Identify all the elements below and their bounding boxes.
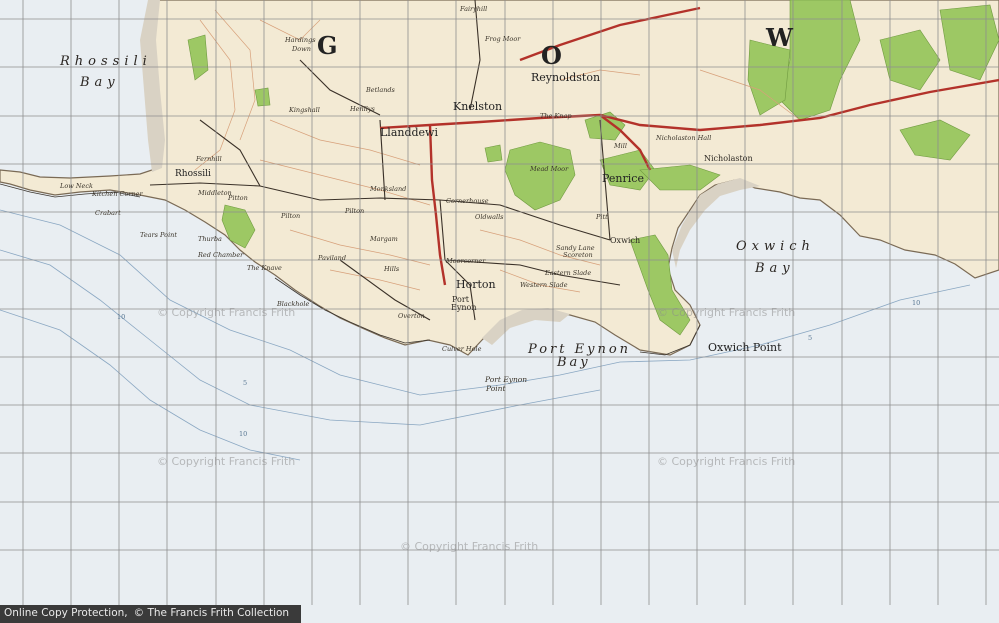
port-eynon-point-label-2: Point	[486, 384, 506, 393]
watermark: © Copyright Francis Frith	[157, 306, 296, 319]
port-eynon-bay-label-2: Bay	[557, 355, 591, 370]
footer-protection-label: Online Copy Protection,	[4, 607, 128, 619]
village-the-knap: The Knap	[540, 112, 572, 120]
village-western-slade: Western Slade	[520, 281, 568, 289]
town-knelston: Knelston	[453, 100, 503, 113]
village-henllys: Henllys	[350, 105, 375, 113]
village-pilton-green: Pilton	[345, 207, 365, 215]
rhossili-bay-label-1: Rhossili	[60, 54, 152, 69]
village-fairyhill: Fairyhill	[460, 5, 488, 13]
map-canvas[interactable]: G O W Rhossili Bay Oxwich Bay Port Eynon…	[0, 0, 999, 623]
village-the-knave: The Knave	[247, 264, 282, 272]
village-middleton: Middleton	[198, 189, 232, 197]
town-horton: Horton	[456, 278, 496, 291]
town-oxwich: Oxwich	[610, 236, 641, 245]
depth-label: 10	[912, 299, 921, 307]
depth-label: 10	[239, 430, 248, 438]
village-moorcorner: Moorcorner	[446, 257, 486, 265]
rhossili-bay-label-2: Bay	[80, 75, 120, 90]
village-red-chamber: Red Chamber	[198, 251, 244, 259]
village-fernhill: Fernhill	[196, 155, 222, 163]
village-tears-point: Tears Point	[140, 231, 177, 239]
depth-label: 5	[243, 379, 248, 387]
village-paviland: Paviland	[318, 254, 347, 262]
village-mill: Mill	[614, 142, 627, 150]
village-overton: Overton	[398, 312, 425, 320]
village-low-neck: Low Neck	[60, 182, 93, 190]
town-nicholaston: Nicholaston	[704, 154, 753, 163]
village-hardings: Hardings	[285, 36, 316, 44]
town-penrice: Penrice	[602, 172, 644, 185]
village-pilton: Pilton	[281, 212, 301, 220]
village-culver-hole: Culver Hole	[442, 345, 482, 353]
depth-label: 10	[117, 313, 126, 321]
watermark: © Copyright Francis Frith	[400, 540, 539, 553]
village-nicholaston-hall: Nicholaston Hall	[656, 134, 712, 142]
village-crabart: Crabart	[95, 209, 121, 217]
watermark: © Copyright Francis Frith	[657, 306, 796, 319]
town-reynoldston: Reynoldston	[531, 71, 601, 84]
village-down: Down	[292, 45, 311, 53]
copyright-footer: Online Copy Protection, © The Francis Fri…	[0, 605, 302, 623]
village-margam: Margam	[370, 235, 398, 243]
town-port-eynon-2: Eynon	[451, 303, 477, 312]
region-letter-g: G	[317, 31, 340, 60]
village-thurba: Thurba	[198, 235, 222, 243]
oxwich-point-label: Oxwich Point	[708, 341, 782, 354]
village-eastern-slade: Eastern Slade	[545, 269, 592, 277]
village-pitt: Pitt	[596, 213, 608, 221]
oxwich-bay-label-1: Oxwich	[736, 239, 815, 254]
village-cornerhouse: Cornerhouse	[446, 197, 489, 205]
village-hills: Hills	[384, 265, 400, 273]
watermark: © Copyright Francis Frith	[657, 455, 796, 468]
town-rhossili: Rhossili	[175, 169, 211, 179]
oxwich-bay-label-2: Bay	[755, 261, 795, 276]
village-betlands: Betlands	[366, 86, 395, 94]
map-graphics	[0, 0, 999, 623]
region-letter-o: O	[541, 41, 564, 70]
region-letter-w: W	[766, 23, 795, 52]
depth-label: 5	[808, 334, 813, 342]
village-scoreton: Scoreton	[563, 251, 593, 259]
village-monksland: Monksland	[370, 185, 407, 193]
village-pitton: Pitton	[228, 194, 248, 202]
town-llanddewi: Llanddewi	[380, 126, 438, 139]
village-mead-moor: Mead Moor	[530, 165, 569, 173]
watermark: © Copyright Francis Frith	[157, 455, 296, 468]
village-kitchen-corner: Kitchen Corner	[92, 190, 143, 198]
footer-collection-label: © The Francis Frith Collection	[133, 607, 290, 619]
port-eynon-point-label-1: Port Eynon	[485, 375, 528, 384]
village-frog-moor: Frog Moor	[485, 35, 521, 43]
village-kingshall: Kingshall	[289, 106, 320, 114]
village-oldwalls: Oldwalls	[475, 213, 504, 221]
